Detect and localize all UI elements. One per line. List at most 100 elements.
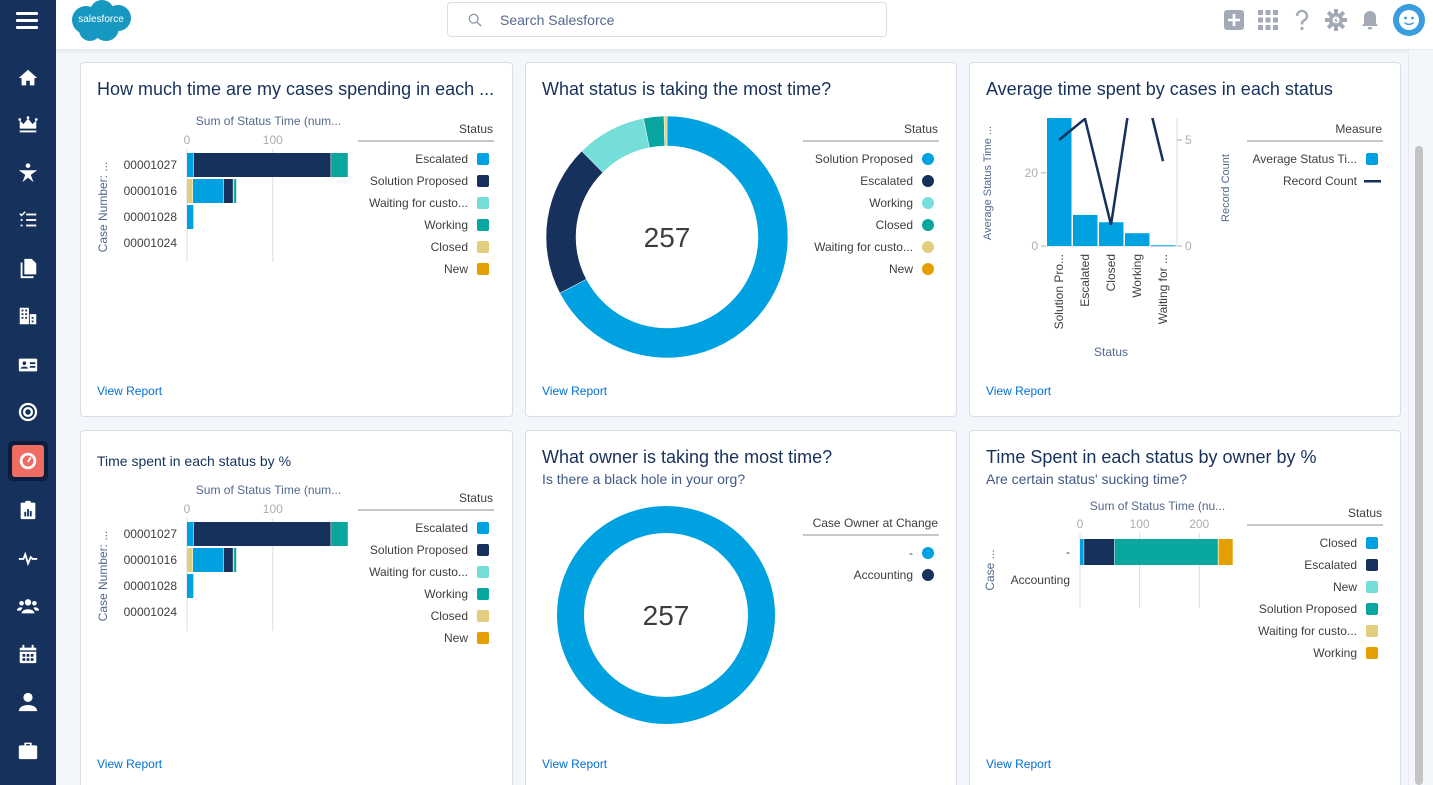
legend-swatch	[922, 547, 934, 559]
dashboard-component-1: How much time are my cases spending in e…	[80, 62, 513, 417]
x-tick-label: 0	[184, 133, 191, 147]
legend-label: New	[444, 262, 468, 276]
pulse-icon	[18, 551, 38, 567]
category-label: 00001028	[124, 210, 178, 224]
legend-title: Measure	[1335, 122, 1382, 136]
legend-title: Status	[459, 122, 493, 136]
notifications-button[interactable]	[1353, 3, 1387, 37]
report-clipboard-icon	[20, 500, 36, 520]
legend-swatch	[477, 610, 489, 622]
salesforce-logo[interactable]: salesforce	[68, 0, 134, 42]
legend-swatch	[477, 588, 489, 600]
y2-axis-title: Record Count	[1220, 154, 1232, 222]
legend-swatch	[477, 544, 489, 556]
x-tick-label: Closed	[1104, 254, 1118, 291]
nav-dashboards[interactable]	[8, 441, 48, 481]
logo-text: salesforce	[78, 14, 124, 25]
legend-label: Escalated	[1304, 558, 1357, 572]
notifications-bell-icon	[1362, 11, 1378, 30]
global-search-input[interactable]: Search Salesforce	[447, 2, 887, 37]
view-report-link[interactable]: View Report	[986, 384, 1051, 398]
donut-center-total: 257	[643, 600, 690, 631]
nav-contacts[interactable]	[8, 345, 48, 385]
add-icon	[1224, 10, 1244, 30]
nav-groups[interactable]	[8, 586, 48, 626]
legend-label: Escalated	[860, 174, 913, 188]
legend-label: Closed	[431, 609, 468, 623]
legend-label: Average Status Ti...	[1252, 152, 1357, 166]
component-title: Time spent in each status by %	[97, 453, 292, 469]
help-button[interactable]	[1285, 3, 1319, 37]
donut-chart: 257 Case Owner at Change - Accounting	[557, 506, 939, 724]
legend-title: Status	[1348, 506, 1382, 520]
bar-segment	[187, 153, 194, 177]
app-launcher-button[interactable]	[1251, 3, 1285, 37]
bar-segment	[187, 205, 194, 229]
component-subtitle: Is there a black hole in your org?	[542, 471, 746, 487]
view-report-link[interactable]: View Report	[986, 757, 1051, 771]
legend-label: Solution Proposed	[370, 543, 468, 557]
component-subtitle: Are certain status' sucking time?	[986, 471, 1188, 487]
dashboard-component-4: Time spent in each status by % Sum of St…	[80, 430, 513, 785]
page-scrollbar[interactable]	[1408, 50, 1433, 785]
nav-opportunities[interactable]	[8, 105, 48, 145]
view-report-link[interactable]: View Report	[542, 384, 607, 398]
x-tick-label: 100	[263, 133, 283, 147]
calendar-icon	[19, 644, 37, 664]
nav-home[interactable]	[8, 58, 48, 98]
legend-swatch	[922, 263, 934, 275]
menu-hamburger-icon[interactable]	[16, 12, 38, 32]
series-line	[1058, 118, 1165, 226]
crown-icon	[18, 116, 38, 133]
nav-calendar[interactable]	[8, 634, 48, 674]
category-label: 00001024	[124, 605, 178, 619]
x-tick-label: 100	[1130, 517, 1150, 531]
nav-feed[interactable]	[8, 538, 48, 578]
target-icon	[18, 402, 38, 422]
scrollbar-thumb[interactable]	[1415, 146, 1423, 785]
app-launcher-icon	[1258, 10, 1278, 30]
legend-swatch	[922, 219, 934, 231]
nav-reports[interactable]	[8, 490, 48, 530]
nav-people[interactable]	[8, 682, 48, 722]
legend-label: Closed	[876, 218, 913, 232]
component-title: What status is taking the most time?	[542, 79, 832, 99]
nav-accounts[interactable]	[8, 296, 48, 336]
y-axis-title: Case Number: ...	[96, 162, 110, 253]
bar-segment	[233, 179, 235, 203]
donut-slice	[545, 150, 604, 294]
stacked-bar-chart: Sum of Status Time (num... 0 100 Case Numbe…	[96, 483, 494, 645]
y-tick-label: 0	[1031, 239, 1038, 253]
legend-swatch	[1366, 559, 1378, 571]
view-report-link[interactable]: View Report	[97, 757, 162, 771]
bar-segment	[1084, 539, 1115, 565]
global-actions-button[interactable]	[1217, 3, 1251, 37]
nav-files[interactable]	[8, 248, 48, 288]
x-tick-label: 100	[263, 502, 283, 516]
legend-label: Working	[1313, 646, 1357, 660]
contact-card-icon	[18, 358, 38, 372]
bar-segment	[331, 522, 348, 546]
bar	[1073, 214, 1098, 246]
nav-tasks[interactable]	[8, 200, 48, 240]
category-label: -	[1066, 545, 1070, 559]
nav-campaigns[interactable]	[8, 392, 48, 432]
x-axis-title: Sum of Status Time (num...	[196, 483, 341, 497]
nav-cases[interactable]	[8, 730, 48, 770]
bar-segment	[1080, 539, 1084, 565]
view-report-link[interactable]: View Report	[542, 757, 607, 771]
nav-leads[interactable]	[8, 153, 48, 193]
person-star-icon	[18, 163, 38, 183]
view-report-link[interactable]: View Report	[97, 384, 162, 398]
legend-label: Closed	[1320, 536, 1357, 550]
legend-swatch	[477, 632, 489, 644]
smiley-avatar-icon	[1399, 10, 1419, 30]
search-icon	[468, 13, 482, 27]
user-avatar[interactable]	[1393, 4, 1425, 36]
legend-swatch	[922, 153, 934, 165]
setup-button[interactable]	[1319, 3, 1353, 37]
stacked-bar-chart: Sum of Status Time (num... 0 100 Case Numbe…	[96, 114, 494, 276]
bar-segment	[1114, 539, 1218, 565]
legend-swatch	[1366, 153, 1378, 165]
legend-label: Closed	[431, 240, 468, 254]
